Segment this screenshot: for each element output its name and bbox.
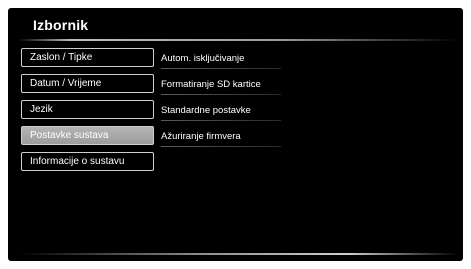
submenu-divider [161, 68, 281, 69]
page-title: Izbornik [33, 17, 89, 33]
menu-item-system-info[interactable]: Informacije o sustavu [21, 152, 154, 171]
submenu-divider [161, 120, 281, 121]
submenu-item-label: Ažuriranje firmvera [161, 131, 241, 142]
footer-divider [18, 253, 458, 255]
submenu-item-label: Standardne postavke [161, 105, 251, 116]
menu-item-language[interactable]: Jezik [21, 100, 154, 119]
submenu-item-label: Autom. isključivanje [161, 53, 245, 64]
submenu-item-format-sd[interactable]: Formatiranje SD kartice [161, 77, 281, 95]
submenu-item-label: Formatiranje SD kartice [161, 79, 261, 90]
submenu-item-firmware-update[interactable]: Ažuriranje firmvera [161, 129, 281, 147]
menu-item-system-settings[interactable]: Postavke sustava [21, 126, 154, 145]
submenu-divider [161, 146, 281, 147]
menu-item-display-buttons[interactable]: Zaslon / Tipke [21, 48, 154, 67]
menu-item-date-time[interactable]: Datum / Vrijeme [21, 74, 154, 93]
header-divider [18, 39, 458, 41]
submenu-divider [161, 94, 281, 95]
menu-screen: Izbornik Zaslon / Tipke Datum / Vrijeme … [8, 8, 463, 261]
submenu-item-auto-power-off[interactable]: Autom. isključivanje [161, 51, 281, 69]
submenu-item-default-settings[interactable]: Standardne postavke [161, 103, 281, 121]
